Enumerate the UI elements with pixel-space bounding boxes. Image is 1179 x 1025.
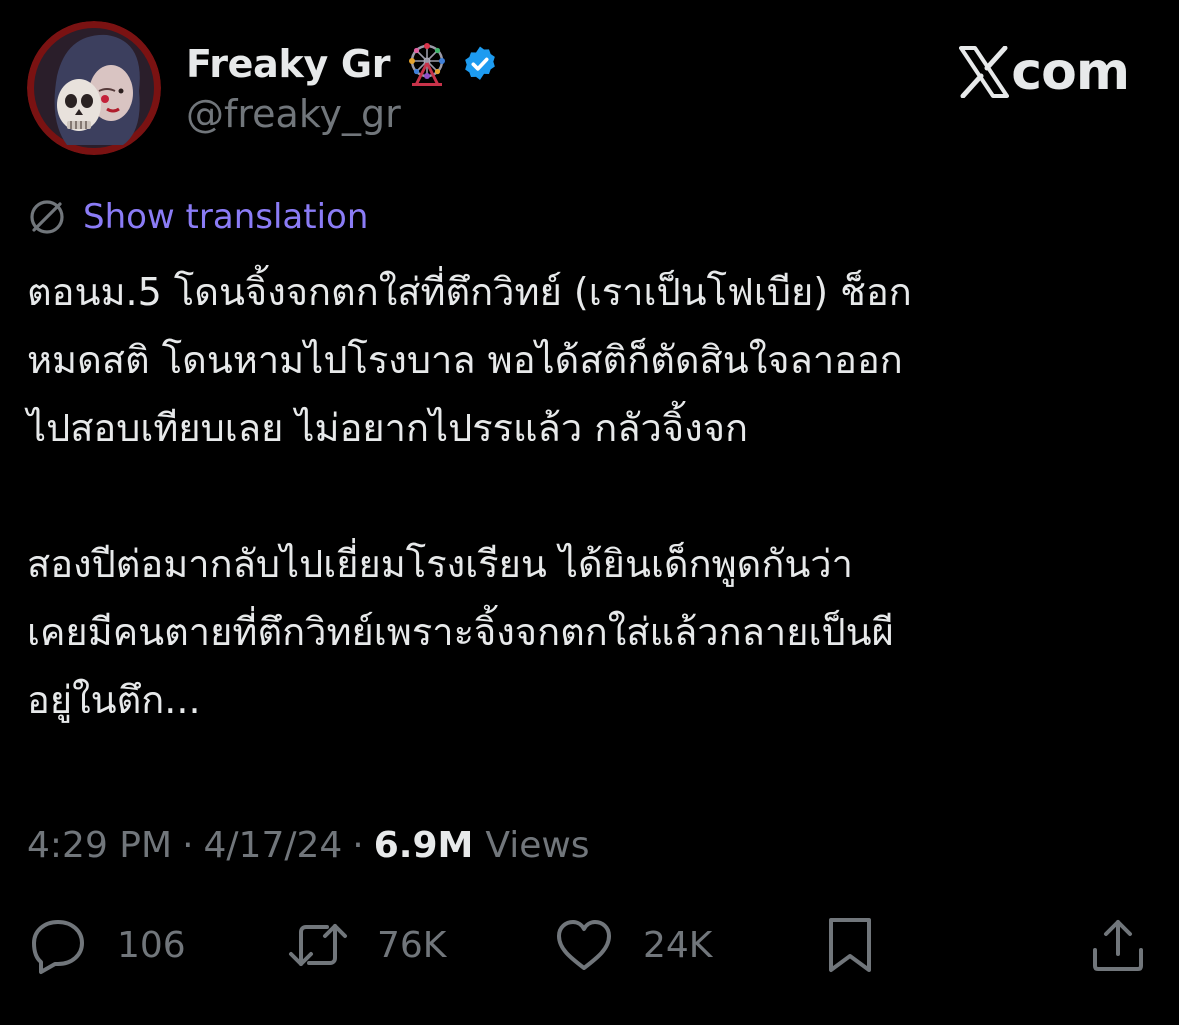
tweet-text: ตอนม.5 โดนจิ้งจกตกใส่ที่ตึกวิทย์ (เราเป็… — [27, 258, 1157, 734]
repost-button[interactable]: 76K — [287, 910, 446, 980]
tweet-meta: 4:29 PM · 4/17/24 · 6.9M Views — [27, 820, 590, 870]
tweet-time[interactable]: 4:29 PM — [27, 825, 172, 866]
repost-icon — [289, 924, 347, 966]
verified-icon[interactable] — [460, 44, 500, 84]
tweet-actions: 106 76K 24K — [27, 910, 1152, 980]
reply-button[interactable]: 106 — [27, 910, 186, 980]
views-count[interactable]: 6.9M — [374, 825, 474, 866]
share-icon — [1093, 920, 1143, 971]
repost-count: 76K — [377, 924, 447, 966]
ferris-wheel-icon — [404, 41, 450, 87]
tweet-date[interactable]: 4/17/24 — [204, 825, 343, 866]
tweet-paragraph: สองปีต่อมากลับไปเยี่ยมโรงเรียน ได้ยินเด็… — [27, 542, 894, 722]
globe-icon — [30, 200, 64, 234]
show-translation-row[interactable]: Show translation — [27, 193, 368, 241]
views-label[interactable]: Views — [485, 825, 589, 866]
heart-icon — [557, 920, 611, 970]
avatar-image — [27, 21, 161, 155]
share-button[interactable] — [1087, 910, 1149, 980]
reply-count: 106 — [117, 924, 186, 966]
like-button[interactable]: 24K — [553, 910, 712, 980]
brand-text: com — [1011, 42, 1130, 102]
bookmark-icon — [829, 918, 871, 972]
brand-logo: com — [959, 40, 1130, 104]
reply-icon — [32, 920, 84, 974]
x-logo-icon — [959, 46, 1010, 98]
like-count: 24K — [643, 924, 713, 966]
meta-separator: · — [182, 824, 194, 866]
tweet-paragraph: ตอนม.5 โดนจิ้งจกตกใส่ที่ตึกวิทย์ (เราเป็… — [27, 270, 912, 450]
display-name[interactable]: Freaky Gr — [186, 42, 390, 86]
avatar[interactable] — [27, 21, 161, 155]
show-translation-link[interactable]: Show translation — [83, 197, 368, 237]
display-name-row: Freaky Gr — [186, 38, 500, 90]
meta-separator: · — [352, 824, 364, 866]
bookmark-button[interactable] — [819, 910, 881, 980]
user-handle[interactable]: @freaky_gr — [186, 92, 401, 136]
